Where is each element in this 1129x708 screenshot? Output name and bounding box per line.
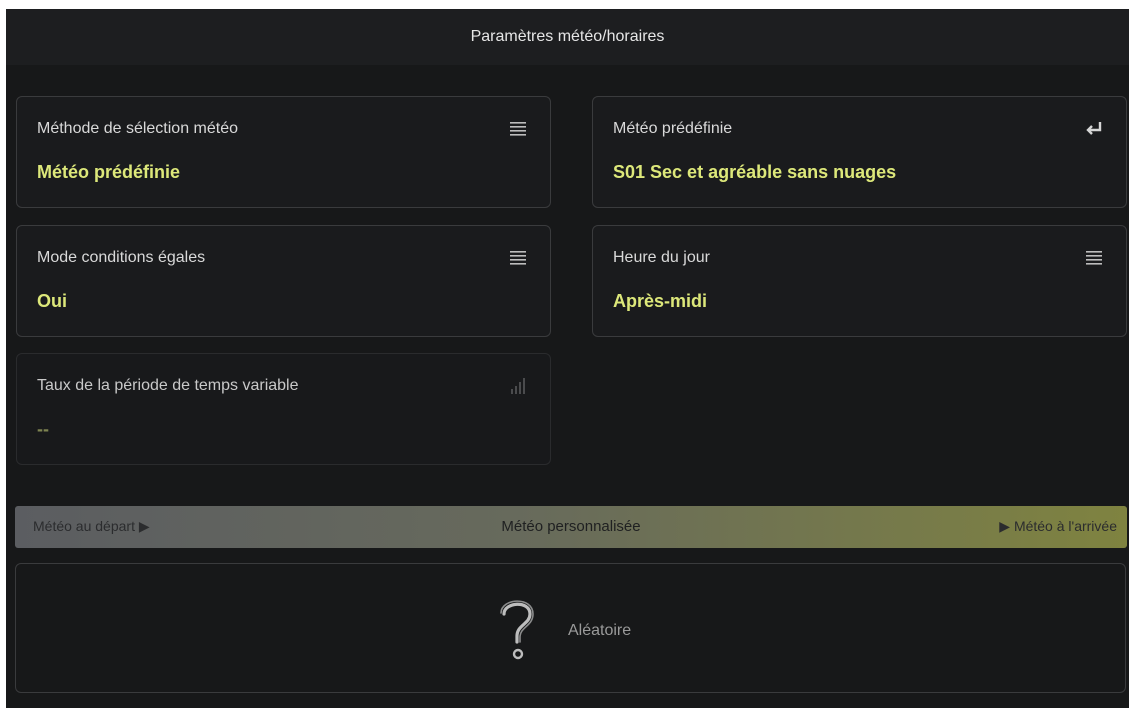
random-weather-box[interactable]: Aléatoire bbox=[15, 563, 1126, 693]
preset-weather-card[interactable]: Météo prédéfinie S01 Sec et agréable san… bbox=[592, 96, 1127, 208]
arrival-weather-link[interactable]: ▶ Météo à l'arrivée bbox=[999, 518, 1117, 535]
custom-weather-label: Météo personnalisée bbox=[501, 518, 641, 535]
header-bar: Paramètres météo/horaires bbox=[6, 9, 1129, 65]
time-of-day-label: Heure du jour bbox=[613, 249, 710, 266]
signal-bars-icon bbox=[511, 378, 525, 394]
list-icon bbox=[510, 251, 526, 265]
weather-settings-panel: Paramètres météo/horaires Méthode de sél… bbox=[6, 9, 1129, 708]
equal-conditions-label: Mode conditions égales bbox=[37, 249, 206, 266]
variable-rate-card: Taux de la période de temps variable -- bbox=[16, 353, 551, 465]
variable-rate-label: Taux de la période de temps variable bbox=[37, 377, 299, 394]
preset-weather-value: S01 Sec et agréable sans nuages bbox=[613, 162, 897, 182]
return-arrow-icon bbox=[1086, 122, 1102, 135]
equal-conditions-card[interactable]: Mode conditions égales Oui bbox=[16, 225, 551, 337]
preset-weather-label: Météo prédéfinie bbox=[613, 120, 733, 137]
time-of-day-card[interactable]: Heure du jour Après-midi bbox=[592, 225, 1127, 337]
list-icon bbox=[510, 122, 526, 136]
random-label: Aléatoire bbox=[568, 622, 632, 639]
time-of-day-value: Après-midi bbox=[613, 291, 708, 311]
weather-timeline[interactable]: Météo au départ ▶ Météo personnalisée ▶ … bbox=[15, 506, 1127, 548]
weather-method-label: Méthode de sélection météo bbox=[37, 120, 239, 137]
list-icon bbox=[1086, 251, 1102, 265]
variable-rate-value: -- bbox=[37, 419, 49, 439]
question-mark-icon bbox=[500, 600, 534, 660]
weather-method-value: Météo prédéfinie bbox=[37, 162, 181, 182]
page-title: Paramètres météo/horaires bbox=[470, 28, 665, 45]
equal-conditions-value: Oui bbox=[37, 291, 67, 311]
weather-method-card[interactable]: Méthode de sélection météo Météo prédéfi… bbox=[16, 96, 551, 208]
